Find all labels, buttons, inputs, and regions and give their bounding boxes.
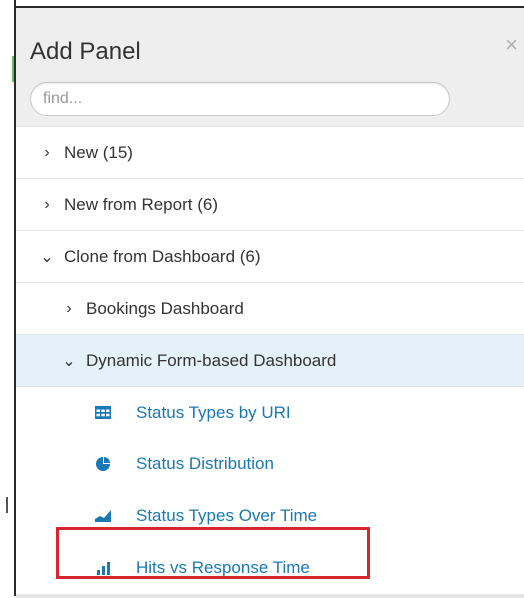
column-chart-icon xyxy=(92,557,114,579)
tree-item-label: Clone from Dashboard (6) xyxy=(64,246,261,266)
search-input[interactable] xyxy=(30,82,450,116)
pie-chart-icon xyxy=(92,453,114,475)
chevron-down-icon: ⌄ xyxy=(40,248,54,266)
tree-item-clone-from-dashboard[interactable]: ⌄ Clone from Dashboard (6) xyxy=(16,230,524,282)
table-icon xyxy=(92,402,114,424)
panel-item-status-distribution[interactable]: Status Distribution xyxy=(16,438,524,490)
panel-item-hits-vs-response-time[interactable]: Hits vs Response Time xyxy=(16,542,524,594)
panel-item-status-types-by-uri[interactable]: Status Types by URI xyxy=(16,386,524,438)
tree-item-label: New (15) xyxy=(64,142,133,162)
chevron-right-icon: › xyxy=(44,195,50,213)
tree-item-bookings-dashboard[interactable]: › Bookings Dashboard xyxy=(16,282,524,334)
tree-item-dynamic-form-dashboard[interactable]: ⌄ Dynamic Form-based Dashboard xyxy=(16,334,524,386)
tree-item-label: New from Report (6) xyxy=(64,194,218,214)
panel-item-label: Status Types by URI xyxy=(136,402,291,422)
tree-item-new-from-report[interactable]: › New from Report (6) xyxy=(16,178,524,230)
chevron-right-icon: › xyxy=(44,143,50,161)
panel-item-label: Hits vs Response Time xyxy=(136,558,310,577)
chevron-down-icon: ⌄ xyxy=(62,352,76,370)
window-frame-edge xyxy=(0,0,16,596)
chevron-right-icon: › xyxy=(66,299,72,317)
close-icon[interactable]: × xyxy=(505,32,518,58)
add-panel-dialog: Add Panel × › New (15) › New from Report… xyxy=(16,6,524,598)
tree-item-new[interactable]: › New (15) xyxy=(16,126,524,178)
frame-accent xyxy=(12,56,14,82)
panel-item-label: Status Types Over Time xyxy=(136,506,318,525)
panel-bottom-border xyxy=(16,594,524,598)
panel-title: Add Panel xyxy=(30,38,141,65)
panel-header: Add Panel × xyxy=(16,8,524,126)
tree-item-label: Dynamic Form-based Dashboard xyxy=(86,350,337,370)
frame-mark xyxy=(6,497,8,513)
tree-item-label: Bookings Dashboard xyxy=(86,298,244,318)
panel-item-status-types-over-time[interactable]: Status Types Over Time xyxy=(16,490,524,542)
area-chart-icon xyxy=(92,505,114,527)
panel-item-label: Status Distribution xyxy=(136,454,274,473)
